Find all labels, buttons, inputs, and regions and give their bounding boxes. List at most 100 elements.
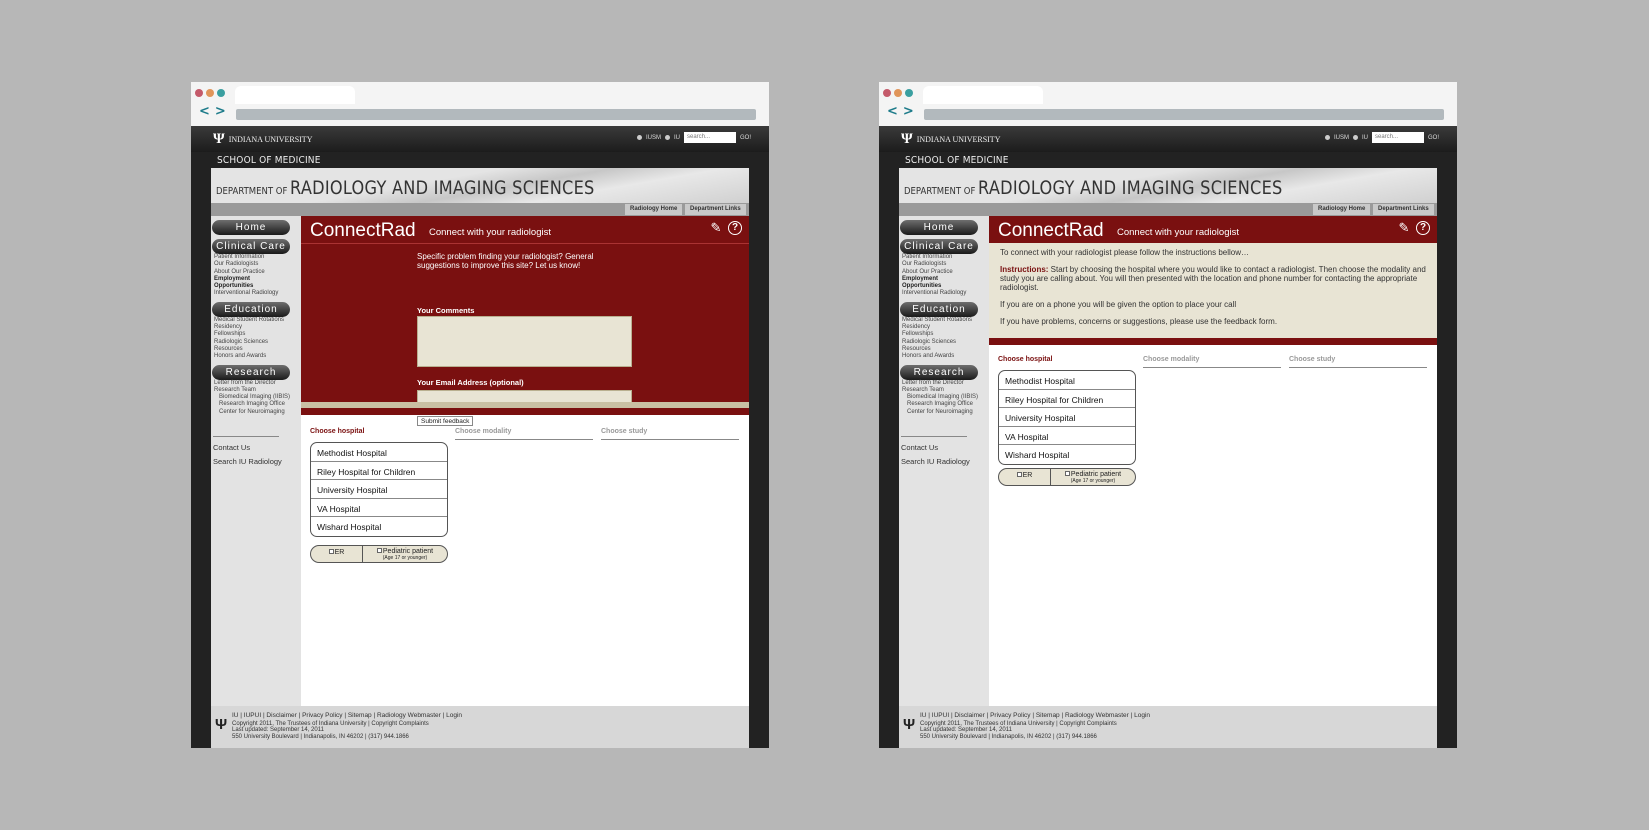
hospital-option[interactable]: VA Hospital bbox=[999, 427, 1135, 446]
sidebar-link[interactable]: Employment bbox=[899, 276, 989, 283]
sidebar-link[interactable]: Center for Neuroimaging bbox=[899, 409, 989, 416]
nav-education[interactable]: Education bbox=[900, 301, 978, 317]
address-bar[interactable] bbox=[236, 109, 756, 120]
address-bar[interactable] bbox=[924, 109, 1444, 120]
hospital-option[interactable]: Riley Hospital for Children bbox=[999, 390, 1135, 409]
sidebar-link[interactable]: Opportunities bbox=[211, 283, 301, 290]
sidebar-link[interactable]: Patient Information bbox=[211, 254, 301, 261]
sidebar-link[interactable]: Fellowships bbox=[211, 331, 301, 338]
footer-links[interactable]: IU | IUPUI | Disclaimer | Privacy Policy… bbox=[232, 712, 462, 720]
help-icon[interactable]: ? bbox=[1416, 221, 1430, 235]
department-links-link[interactable]: Department Links bbox=[685, 204, 746, 215]
search-radiology-link[interactable]: Search IU Radiology bbox=[211, 457, 301, 466]
close-dot[interactable] bbox=[195, 89, 203, 97]
sidebar-link[interactable]: Radiologic Sciences bbox=[899, 339, 989, 346]
sidebar-link[interactable]: Our Radiologists bbox=[899, 261, 989, 268]
browser-window-instructions: <> Ψ INDIANA UNIVERSITY IUSM IU search... GO… bbox=[879, 82, 1457, 748]
radio-iu[interactable] bbox=[664, 135, 670, 140]
footer-links[interactable]: IU | IUPUI | Disclaimer | Privacy Policy… bbox=[920, 712, 1150, 720]
help-icon[interactable]: ? bbox=[728, 221, 742, 235]
er-checkbox[interactable]: ER bbox=[999, 469, 1051, 485]
radio-iusm[interactable] bbox=[636, 135, 642, 140]
sidebar-link[interactable]: Biomedical Imaging (IIBIS) bbox=[899, 394, 989, 401]
minimize-dot[interactable] bbox=[894, 89, 902, 97]
comments-label: Your Comments bbox=[417, 306, 475, 315]
hospital-option[interactable]: Wishard Hospital bbox=[311, 517, 447, 536]
hospital-option[interactable]: Methodist Hospital bbox=[311, 443, 447, 462]
search-input[interactable]: search... bbox=[1371, 132, 1424, 143]
sidebar-link[interactable]: Employment bbox=[211, 276, 301, 283]
browser-tab[interactable] bbox=[923, 86, 1043, 104]
hospital-option[interactable]: Wishard Hospital bbox=[999, 445, 1135, 464]
browser-chrome: <> bbox=[191, 82, 769, 126]
browser-tab[interactable] bbox=[235, 86, 355, 104]
sidebar-link[interactable]: Medical Student Rotations bbox=[899, 317, 989, 324]
nav-research[interactable]: Research bbox=[900, 364, 978, 380]
radiology-home-link[interactable]: Radiology Home bbox=[625, 204, 683, 215]
close-dot[interactable] bbox=[883, 89, 891, 97]
sidebar-link[interactable]: Patient Information bbox=[899, 254, 989, 261]
hospital-option[interactable]: University Hospital bbox=[999, 408, 1135, 427]
sidebar-link[interactable]: Residency bbox=[211, 324, 301, 331]
edit-icon[interactable]: ✎ bbox=[709, 221, 723, 235]
comments-textarea[interactable] bbox=[417, 316, 632, 367]
nav-education[interactable]: Education bbox=[212, 301, 290, 317]
sidebar-link[interactable]: Interventional Radiology bbox=[899, 290, 989, 297]
sidebar-link[interactable]: Research Team bbox=[899, 387, 989, 394]
pediatric-checkbox[interactable]: Pediatric patient (Age 17 or younger) bbox=[363, 546, 447, 562]
nav-home[interactable]: Home bbox=[212, 220, 290, 235]
submit-feedback-button[interactable]: Submit feedback bbox=[417, 416, 474, 426]
hospital-option[interactable]: Methodist Hospital bbox=[999, 371, 1135, 390]
sidebar-link[interactable]: Our Radiologists bbox=[211, 261, 301, 268]
patient-options: ER Pediatric patient (Age 17 or younger) bbox=[310, 545, 448, 563]
radiology-home-link[interactable]: Radiology Home bbox=[1313, 204, 1371, 215]
edit-icon[interactable]: ✎ bbox=[1397, 221, 1411, 235]
sidebar-link[interactable]: Opportunities bbox=[899, 283, 989, 290]
iu-logo[interactable]: Ψ INDIANA UNIVERSITY bbox=[213, 131, 312, 148]
department-links-link[interactable]: Department Links bbox=[1373, 204, 1434, 215]
minimize-dot[interactable] bbox=[206, 89, 214, 97]
contact-link[interactable]: Contact Us bbox=[211, 443, 301, 452]
sidebar-link[interactable]: Resources bbox=[211, 346, 301, 353]
sidebar-link[interactable]: Residency bbox=[899, 324, 989, 331]
iu-logo[interactable]: Ψ INDIANA UNIVERSITY bbox=[901, 131, 1000, 148]
trident-icon: Ψ bbox=[903, 716, 916, 733]
radio-iusm[interactable] bbox=[1324, 135, 1330, 140]
go-button[interactable]: GO! bbox=[1428, 135, 1439, 141]
radio-iu[interactable] bbox=[1352, 135, 1358, 140]
maximize-dot[interactable] bbox=[217, 89, 225, 97]
nav-home[interactable]: Home bbox=[900, 220, 978, 235]
sidebar-link[interactable]: Fellowships bbox=[899, 331, 989, 338]
contact-link[interactable]: Contact Us bbox=[899, 443, 989, 452]
sidebar-link[interactable]: Resources bbox=[899, 346, 989, 353]
nav-research[interactable]: Research bbox=[212, 364, 290, 380]
pediatric-checkbox[interactable]: Pediatric patient (Age 17 or younger) bbox=[1051, 469, 1135, 485]
sidebar-link[interactable]: Biomedical Imaging (IIBIS) bbox=[211, 394, 301, 401]
search-input[interactable]: search... bbox=[683, 132, 736, 143]
go-button[interactable]: GO! bbox=[740, 135, 751, 141]
sidebar-link[interactable]: Research Imaging Office bbox=[899, 401, 989, 408]
sidebar-link[interactable]: Letter from the Director bbox=[899, 380, 989, 387]
maximize-dot[interactable] bbox=[905, 89, 913, 97]
sidebar-link[interactable]: Honors and Awards bbox=[211, 353, 301, 360]
sidebar-link[interactable]: Radiologic Sciences bbox=[211, 339, 301, 346]
back-forward-icon[interactable]: <> bbox=[199, 104, 231, 119]
back-forward-icon[interactable]: <> bbox=[887, 104, 919, 119]
hospital-option[interactable]: Riley Hospital for Children bbox=[311, 462, 447, 481]
hospital-option[interactable]: University Hospital bbox=[311, 480, 447, 499]
search-radiology-link[interactable]: Search IU Radiology bbox=[899, 457, 989, 466]
sidebar-link[interactable]: Medical Student Rotations bbox=[211, 317, 301, 324]
sidebar-link[interactable]: Research Team bbox=[211, 387, 301, 394]
sidebar-link[interactable]: Honors and Awards bbox=[899, 353, 989, 360]
sidebar-link[interactable]: Center for Neuroimaging bbox=[211, 409, 301, 416]
sidebar-link[interactable]: Letter from the Director bbox=[211, 380, 301, 387]
nav-clinical-care[interactable]: Clinical Care bbox=[212, 239, 290, 254]
sidebar-link[interactable]: Interventional Radiology bbox=[211, 290, 301, 297]
dept-banner: DEPARTMENT OF RADIOLOGY AND IMAGING SCIE… bbox=[211, 168, 749, 203]
nav-clinical-care[interactable]: Clinical Care bbox=[900, 239, 978, 254]
sidebar-link[interactable]: About Our Practice bbox=[211, 269, 301, 276]
hospital-option[interactable]: VA Hospital bbox=[311, 499, 447, 518]
sidebar-link[interactable]: About Our Practice bbox=[899, 269, 989, 276]
sidebar-link[interactable]: Research Imaging Office bbox=[211, 401, 301, 408]
er-checkbox[interactable]: ER bbox=[311, 546, 363, 562]
